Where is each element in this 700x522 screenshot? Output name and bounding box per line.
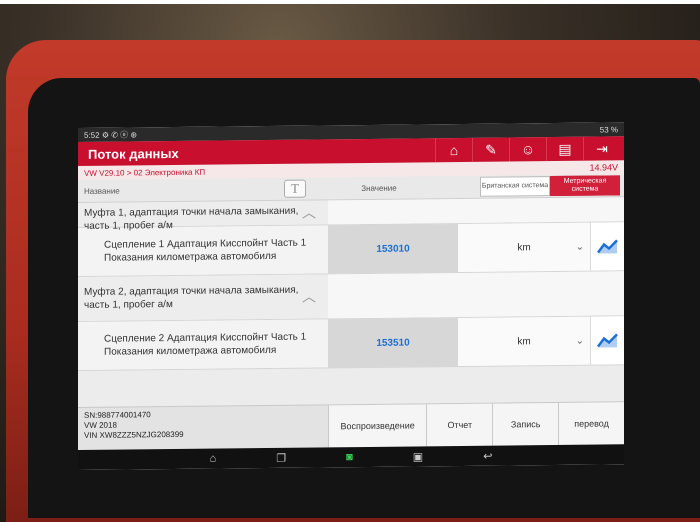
voltage-readout: 14.94V xyxy=(589,162,618,172)
group-row[interactable]: Муфта 2, адаптация точки начала замыкани… xyxy=(78,271,624,322)
photo-scene: 5:52 ⚙ ✆ ⓔ ⊕ 53 % Поток данных ⌂ ✎ ☺ ▤ ⇥… xyxy=(0,0,700,522)
back-icon[interactable]: ↩ xyxy=(483,449,492,462)
graph-icon[interactable] xyxy=(590,316,624,364)
data-row: Сцепление 2 Адаптация Кисспойнт Часть 1 … xyxy=(78,316,624,371)
tablet-screen: 5:52 ⚙ ✆ ⓔ ⊕ 53 % Поток данных ⌂ ✎ ☺ ▤ ⇥… xyxy=(78,122,624,470)
home-nav-icon[interactable]: ⌂ xyxy=(210,453,217,465)
playback-button[interactable]: Воспроизведение xyxy=(328,404,426,447)
breadcrumb-path: VW V29.10 > 02 Электроника КП xyxy=(84,167,205,177)
item-label: Сцепление 1 Адаптация Кисспойнт Часть 1 … xyxy=(104,236,322,264)
british-units-button[interactable]: Британская система xyxy=(480,176,550,197)
screenshot-icon[interactable]: ▣ xyxy=(413,450,423,463)
chevron-down-icon: ⌄ xyxy=(576,241,584,252)
chevron-down-icon: ⌄ xyxy=(576,335,584,346)
translate-button[interactable]: перевод xyxy=(558,402,624,445)
item-label: Сцепление 2 Адаптация Кисспойнт Часть 1 … xyxy=(104,330,322,358)
item-value: 153010 xyxy=(328,224,458,273)
vci-icon[interactable]: ◙ xyxy=(346,451,353,463)
exit-icon[interactable]: ⇥ xyxy=(583,136,620,160)
user-icon[interactable]: ☺ xyxy=(509,137,546,161)
battery-indicator: 53 % xyxy=(600,125,618,134)
chevron-up-icon[interactable]: ︿ xyxy=(302,291,316,304)
status-icons: ⚙ ✆ ⓔ ⊕ xyxy=(102,130,137,139)
report-button[interactable]: Отчет xyxy=(426,404,492,447)
unit-dropdown[interactable]: km ⌄ xyxy=(458,317,590,366)
home-icon[interactable]: ⌂ xyxy=(435,138,472,162)
photo-border xyxy=(0,0,700,4)
chevron-up-icon[interactable]: ︿ xyxy=(302,207,316,220)
unit-dropdown[interactable]: km ⌄ xyxy=(458,223,590,272)
unit-label: km xyxy=(517,336,530,347)
print-icon[interactable]: ▤ xyxy=(546,137,583,161)
name-column-header: Название xyxy=(78,184,284,195)
recents-icon[interactable]: ❐ xyxy=(276,451,286,464)
graph-icon[interactable] xyxy=(590,222,624,270)
status-time: 5:52 xyxy=(84,130,100,139)
group-label: Муфта 2, адаптация точки начала замыкани… xyxy=(84,283,322,311)
metric-units-button[interactable]: Метрическая система xyxy=(550,175,620,196)
unit-label: km xyxy=(517,242,530,253)
record-button[interactable]: Запись xyxy=(492,403,558,446)
value-column-header: Значение xyxy=(314,183,444,193)
page-title: Поток данных xyxy=(78,145,179,161)
edit-icon[interactable]: ✎ xyxy=(472,137,509,161)
item-value: 153510 xyxy=(328,318,458,367)
text-size-icon[interactable]: T xyxy=(284,180,306,198)
footer-bar: SN:988774001470 VW 2018 VIN XW8ZZZ5NZJG2… xyxy=(78,401,624,450)
vin-number: VIN XW8ZZZ5NZJG208399 xyxy=(84,428,322,440)
vehicle-info: SN:988774001470 VW 2018 VIN XW8ZZZ5NZJG2… xyxy=(78,405,328,450)
